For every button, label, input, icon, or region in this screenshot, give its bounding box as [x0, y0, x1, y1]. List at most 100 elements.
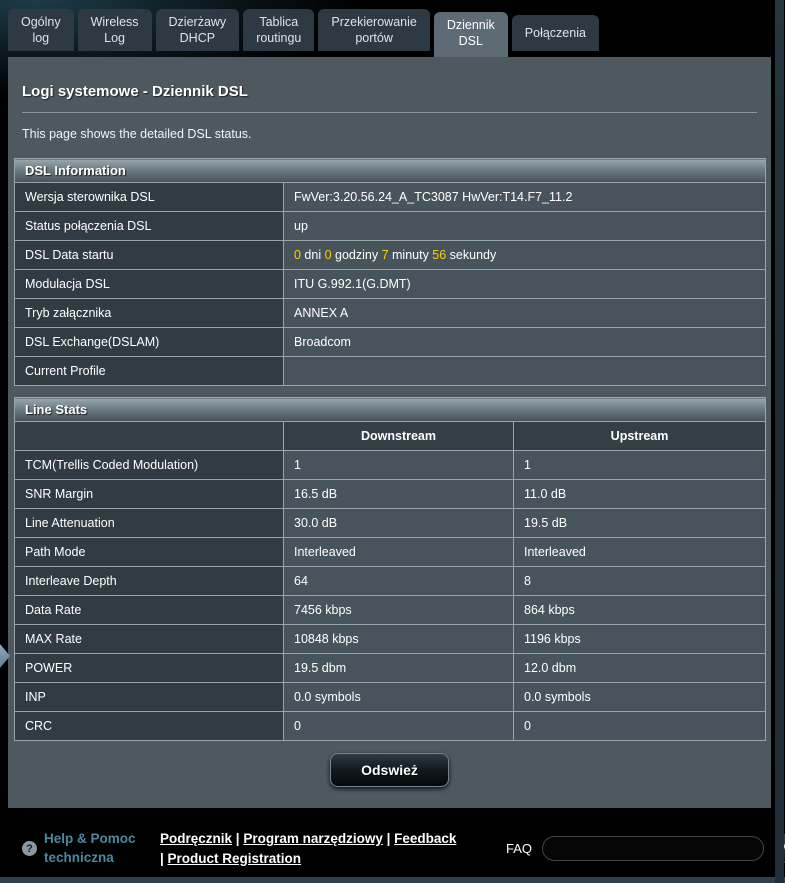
row-label: MAX Rate — [14, 624, 284, 654]
row-label: Modulacja DSL — [14, 269, 284, 299]
table-row: Tryb załącznika ANNEX A — [14, 298, 766, 328]
row-value: FwVer:3.20.56.24_A_TC3087 HwVer:T14.F7_1… — [283, 182, 766, 212]
row-value-downstream: 0 — [283, 711, 514, 741]
row-value: ITU G.992.1(G.DMT) — [283, 269, 766, 299]
footer: ? Help & Pomoc techniczna Podręcznik | P… — [0, 808, 785, 877]
row-value-upstream: Interleaved — [512, 537, 767, 567]
faq-search-input[interactable] — [542, 836, 765, 861]
row-label: Wersja sterownika DSL — [14, 182, 284, 212]
table-row: Wersja sterownika DSL FwVer:3.20.56.24_A_… — [14, 182, 766, 212]
row-value-downstream: 30.0 dB — [283, 508, 514, 538]
footer-link-feedback[interactable]: Feedback — [394, 831, 456, 846]
row-value-upstream: 0 — [512, 711, 767, 741]
tab-dzierżawy-dhcp[interactable]: Dzierżawy DHCP — [155, 8, 240, 51]
row-value-downstream: 1 — [283, 450, 514, 480]
row-label: CRC — [14, 711, 284, 741]
row-value: 0 dni 0 godziny 7 minuty 56 sekundy — [283, 240, 766, 270]
tab-bar: Ogólny log Wireless Log Dzierżawy DHCP Tabl… — [8, 0, 771, 57]
page-description: This page shows the detailed DSL status. — [22, 127, 252, 141]
dsl-information-header: DSL Information — [14, 158, 766, 183]
column-header-row: Downstream Upstream — [14, 421, 767, 451]
faq-label: FAQ — [506, 841, 533, 856]
row-value-upstream: 19.5 dB — [512, 508, 767, 538]
table-row: POWER 19.5 dbm 12.0 dbm — [14, 653, 767, 683]
row-value-downstream: 0.0 symbols — [283, 682, 514, 712]
table-row: Modulacja DSL ITU G.992.1(G.DMT) — [14, 269, 766, 299]
row-value-upstream: 1 — [512, 450, 767, 480]
row-label: Data Rate — [14, 595, 284, 625]
table-row: Interleave Depth 64 8 — [14, 566, 767, 596]
column-header-empty — [14, 421, 284, 451]
table-row: Path Mode Interleaved Interleaved — [14, 537, 767, 567]
uptime-number: 0 — [294, 248, 301, 262]
table-row: TCM(Trellis Coded Modulation) 1 1 — [14, 450, 767, 480]
row-value-upstream: 0.0 symbols — [512, 682, 767, 712]
uptime-unit: dni — [300, 248, 325, 262]
row-label: Line Attenuation — [14, 508, 284, 538]
uptime-unit: minuty — [388, 248, 433, 262]
footer-links: Podręcznik | Program narzędziowy | Feedb… — [160, 830, 457, 866]
row-label: TCM(Trellis Coded Modulation) — [14, 450, 284, 480]
bottom-edge — [0, 877, 785, 883]
row-value-upstream: 1196 kbps — [512, 624, 767, 654]
footer-link-podręcznik[interactable]: Podręcznik — [160, 831, 232, 846]
footer-link-product-registration[interactable]: Product Registration — [168, 851, 302, 866]
row-label: DSL Data startu — [14, 240, 284, 270]
page-right-edge — [775, 0, 784, 883]
column-header-upstream: Upstream — [512, 421, 767, 451]
tab-połączenia[interactable]: Połączenia — [511, 15, 599, 51]
row-value-downstream: 7456 kbps — [283, 595, 514, 625]
row-label: Current Profile — [14, 356, 284, 386]
row-value — [283, 356, 766, 386]
table-row: MAX Rate 10848 kbps 1196 kbps — [14, 624, 767, 654]
table-section-header-row: Line Stats — [13, 397, 767, 422]
row-label: POWER — [14, 653, 284, 683]
button-row: Odswież — [14, 753, 765, 787]
row-label: Interleave Depth — [14, 566, 284, 596]
uptime-number: 7 — [381, 248, 389, 262]
uptime-number: 0 — [324, 248, 332, 262]
row-label: INP — [14, 682, 284, 712]
row-value-downstream: 64 — [283, 566, 514, 596]
table-row: Current Profile — [14, 356, 766, 386]
uptime-number: 56 — [432, 248, 447, 262]
row-value: up — [283, 211, 766, 241]
row-label: Path Mode — [14, 537, 284, 567]
help-icon[interactable]: ? — [22, 841, 37, 856]
row-value-downstream: 19.5 dbm — [283, 653, 514, 683]
refresh-button[interactable]: Odswież — [330, 753, 449, 787]
row-label: Status połączenia DSL — [14, 211, 284, 241]
uptime-unit: godziny — [331, 248, 382, 262]
row-value-upstream: 864 kbps — [512, 595, 767, 625]
table-row: CRC 0 0 — [14, 711, 767, 741]
uptime-unit: sekundy — [446, 248, 497, 262]
dsl-information-table: DSL Information Wersja sterownika DSL FwV… — [14, 158, 766, 386]
page-title: Logi systemowe - Dziennik DSL — [22, 83, 248, 100]
row-value-upstream: 12.0 dbm — [512, 653, 767, 683]
tab-tablica-routingu[interactable]: Tablica routingu — [243, 8, 315, 51]
table-section-header-row: DSL Information — [14, 158, 766, 183]
tab-dziennik-dsl[interactable]: Dziennik DSL — [433, 11, 508, 57]
row-value-upstream: 8 — [512, 566, 767, 596]
row-value: Broadcom — [283, 327, 766, 357]
help-support-label: Help & Pomoc techniczna — [44, 831, 136, 865]
line-stats-table: Line Stats Downstream Upstream TCM(Trelli… — [13, 397, 767, 741]
table-row: SNR Margin 16.5 dB 11.0 dB — [14, 479, 767, 509]
row-value-downstream: Interleaved — [283, 537, 514, 567]
footer-link-program-narzędziowy[interactable]: Program narzędziowy — [243, 831, 383, 846]
line-stats-header: Line Stats — [13, 397, 767, 422]
row-value-upstream: 11.0 dB — [512, 479, 767, 509]
column-header-downstream: Downstream — [283, 421, 514, 451]
row-value-downstream: 10848 kbps — [283, 624, 514, 654]
row-value: ANNEX A — [283, 298, 766, 328]
table-row: Status połączenia DSL up — [14, 211, 766, 241]
tab-ogólny-log[interactable]: Ogólny log — [8, 8, 74, 51]
row-label: SNR Margin — [14, 479, 284, 509]
row-label: Tryb załącznika — [14, 298, 284, 328]
table-row: INP 0.0 symbols 0.0 symbols — [14, 682, 767, 712]
title-divider — [22, 112, 757, 113]
table-row: DSL Data startu 0 dni 0 godziny 7 minuty … — [14, 240, 766, 270]
tab-przekierowanie-portów[interactable]: Przekierowanie portów — [318, 8, 430, 51]
table-row: DSL Exchange(DSLAM) Broadcom — [14, 327, 766, 357]
tab-wireless-log[interactable]: Wireless Log — [77, 8, 152, 51]
